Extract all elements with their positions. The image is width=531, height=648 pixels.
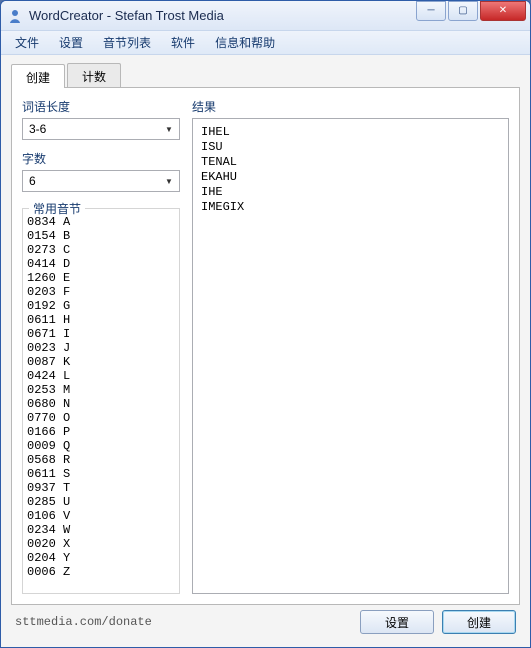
tab-count[interactable]: 计数	[67, 63, 121, 87]
footer: sttmedia.com/donate 设置 创建	[11, 605, 520, 639]
tab-create[interactable]: 创建	[11, 64, 65, 88]
menu-item[interactable]: 设置	[51, 31, 91, 54]
titlebar: WordCreator - Stefan Trost Media ─ ▢ ✕	[1, 1, 530, 31]
count-input[interactable]	[22, 170, 180, 192]
wordlen-select[interactable]: ▼	[22, 118, 180, 140]
dropdown-arrow-icon[interactable]: ▼	[161, 173, 177, 189]
result-box[interactable]: IHEL ISU TENAL EKAHU IHE IMEGIX	[192, 118, 509, 594]
syllable-legend: 常用音节	[29, 200, 85, 217]
menu-item[interactable]: 软件	[163, 31, 203, 54]
maximize-button[interactable]: ▢	[448, 1, 478, 21]
tab-panel-create: 词语长度 ▼ 字数 ▼ 常用音节 0834 A 0154 B 0273 C 04…	[11, 87, 520, 605]
window-controls: ─ ▢ ✕	[414, 1, 530, 21]
create-button[interactable]: 创建	[442, 610, 516, 634]
left-column: 词语长度 ▼ 字数 ▼ 常用音节 0834 A 0154 B 0273 C 04…	[22, 98, 180, 594]
tabs-header: 创建计数	[11, 63, 520, 87]
right-column: 结果 IHEL ISU TENAL EKAHU IHE IMEGIX	[192, 98, 509, 594]
close-button[interactable]: ✕	[480, 1, 526, 21]
count-label: 字数	[22, 150, 180, 167]
syllable-list[interactable]: 0834 A 0154 B 0273 C 0414 D 1260 E 0203 …	[23, 209, 179, 593]
settings-button[interactable]: 设置	[360, 610, 434, 634]
app-icon	[7, 8, 23, 24]
dropdown-arrow-icon[interactable]: ▼	[161, 121, 177, 137]
app-window: WordCreator - Stefan Trost Media ─ ▢ ✕ 文…	[0, 0, 531, 648]
menu-item[interactable]: 文件	[7, 31, 47, 54]
wordlen-label: 词语长度	[22, 98, 180, 115]
donate-link[interactable]: sttmedia.com/donate	[15, 615, 352, 629]
client-area: 创建计数 词语长度 ▼ 字数 ▼ 常用音节 0834 A 0154 B 0273…	[1, 55, 530, 648]
menu-item[interactable]: 音节列表	[95, 31, 159, 54]
wordlen-input[interactable]	[22, 118, 180, 140]
result-label: 结果	[192, 98, 509, 115]
minimize-button[interactable]: ─	[416, 1, 446, 21]
count-select[interactable]: ▼	[22, 170, 180, 192]
menubar: 文件设置音节列表软件信息和帮助	[1, 31, 530, 55]
window-title: WordCreator - Stefan Trost Media	[29, 8, 414, 23]
menu-item[interactable]: 信息和帮助	[207, 31, 283, 54]
syllable-group: 常用音节 0834 A 0154 B 0273 C 0414 D 1260 E …	[22, 208, 180, 594]
